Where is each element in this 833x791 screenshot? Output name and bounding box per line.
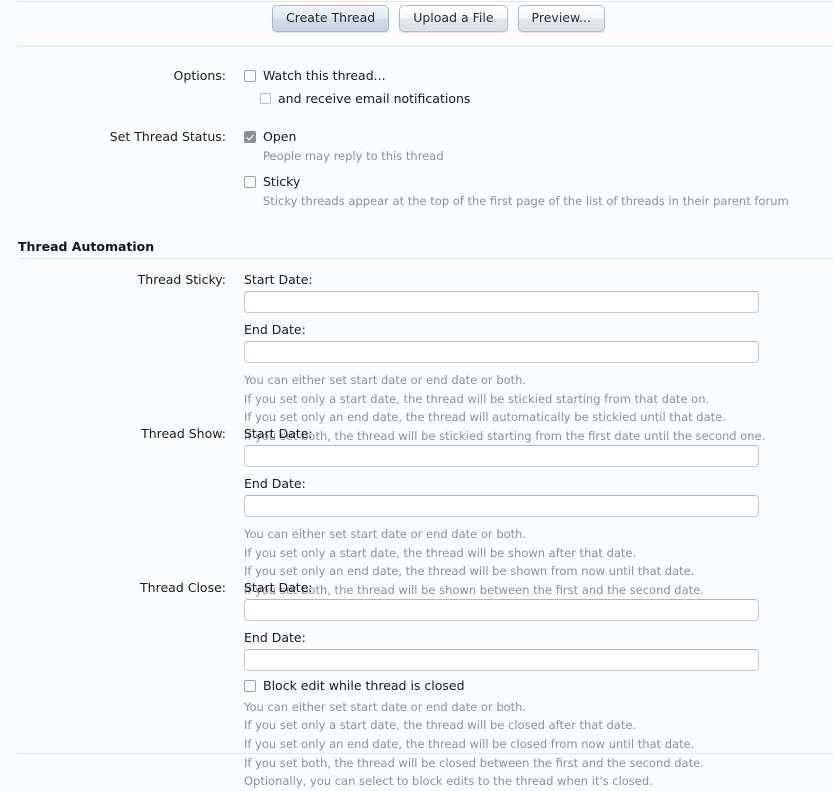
- thread-show-row: Thread Show: Start Date: End Date: You c…: [0, 426, 833, 600]
- email-notifications-option[interactable]: and receive email notifications: [260, 91, 833, 107]
- thread-show-body: Start Date: End Date: You can either set…: [244, 426, 833, 600]
- show-end-date-label: End Date:: [244, 476, 306, 491]
- options-row: Options: Watch this thread... and receiv…: [0, 68, 833, 106]
- sticky-start-date-input[interactable]: [244, 291, 759, 313]
- thread-status-body: Open People may reply to this thread Sti…: [244, 129, 833, 211]
- show-end-date-input[interactable]: [244, 495, 759, 517]
- divider-top: [18, 1, 833, 2]
- thread-automation-heading: Thread Automation: [18, 239, 155, 254]
- show-hint-1: You can either set start date or end dat…: [244, 527, 527, 541]
- sticky-hint-2: If you set only a start date, the thread…: [244, 391, 710, 406]
- sticky-hint-1: You can either set start date or end dat…: [244, 373, 527, 387]
- status-sticky-hint: Sticky threads appear at the top of the …: [263, 193, 789, 208]
- options-label: Options:: [173, 68, 226, 83]
- divider-bottom: [18, 753, 833, 754]
- close-hint-2: If you set only a start date, the thread…: [244, 718, 637, 733]
- show-hint-2: If you set only a start date, the thread…: [244, 545, 637, 560]
- thread-close-body: Start Date: End Date: Block edit while t…: [244, 580, 833, 791]
- status-open-option[interactable]: Open: [244, 129, 833, 145]
- create-thread-button[interactable]: Create Thread: [272, 5, 390, 32]
- create-thread-form: Create Thread Upload a File Preview... O…: [0, 0, 833, 788]
- thread-status-label: Set Thread Status:: [109, 129, 226, 144]
- close-start-date-label: Start Date:: [244, 580, 313, 595]
- block-edit-checkbox[interactable]: [244, 679, 256, 692]
- thread-show-label: Thread Show:: [141, 426, 226, 441]
- thread-sticky-body: Start Date: End Date: You can either set…: [244, 272, 833, 446]
- status-open-label: Open: [263, 129, 297, 144]
- watch-thread-label: Watch this thread...: [263, 68, 386, 83]
- thread-status-row: Set Thread Status: Open People may reply…: [0, 129, 833, 211]
- thread-close-label: Thread Close:: [140, 580, 226, 595]
- close-hint-1: You can either set start date or end dat…: [244, 699, 527, 714]
- sticky-end-date-input[interactable]: [244, 341, 759, 363]
- status-open-checkbox[interactable]: [244, 130, 256, 143]
- thread-sticky-row: Thread Sticky: Start Date: End Date: You…: [0, 272, 833, 446]
- close-start-date-input[interactable]: [244, 599, 759, 621]
- status-open-hint: People may reply to this thread: [263, 148, 444, 163]
- show-start-date-label: Start Date:: [244, 426, 313, 441]
- email-notifications-label: and receive email notifications: [278, 90, 471, 106]
- close-hint-3: If you set only an end date, the thread …: [244, 736, 695, 751]
- close-end-date-input[interactable]: [244, 649, 759, 671]
- close-end-date-label: End Date:: [244, 630, 306, 645]
- sticky-start-date-label: Start Date:: [244, 272, 313, 287]
- preview-button[interactable]: Preview...: [517, 5, 605, 32]
- upload-file-button[interactable]: Upload a File: [399, 5, 508, 32]
- sticky-hint-3: If you set only an end date, the thread …: [244, 410, 726, 425]
- thread-close-row: Thread Close: Start Date: End Date: Bloc…: [0, 580, 833, 791]
- watch-thread-option[interactable]: Watch this thread...: [244, 68, 833, 84]
- options-body: Watch this thread... and receive email n…: [244, 68, 833, 106]
- block-edit-label: Block edit while thread is closed: [263, 678, 465, 693]
- close-hint-5: Optionally, you can select to block edit…: [244, 774, 653, 789]
- divider-below-buttons: [18, 46, 833, 47]
- email-notifications-checkbox[interactable]: [260, 92, 271, 104]
- status-sticky-checkbox[interactable]: [244, 176, 256, 189]
- sticky-end-date-label: End Date:: [244, 322, 306, 337]
- form-action-buttons: Create Thread Upload a File Preview...: [272, 5, 605, 32]
- divider-below-section-heading: [18, 258, 833, 259]
- status-sticky-label: Sticky: [263, 174, 301, 190]
- show-hint-3: If you set only an end date, the thread …: [244, 564, 695, 579]
- watch-thread-checkbox[interactable]: [244, 69, 256, 82]
- status-sticky-option[interactable]: Sticky: [244, 174, 833, 190]
- block-edit-option[interactable]: Block edit while thread is closed: [244, 678, 833, 694]
- thread-sticky-label: Thread Sticky:: [137, 272, 226, 287]
- close-hint-4: If you set both, the thread will be clos…: [244, 755, 704, 770]
- show-start-date-input[interactable]: [244, 445, 759, 467]
